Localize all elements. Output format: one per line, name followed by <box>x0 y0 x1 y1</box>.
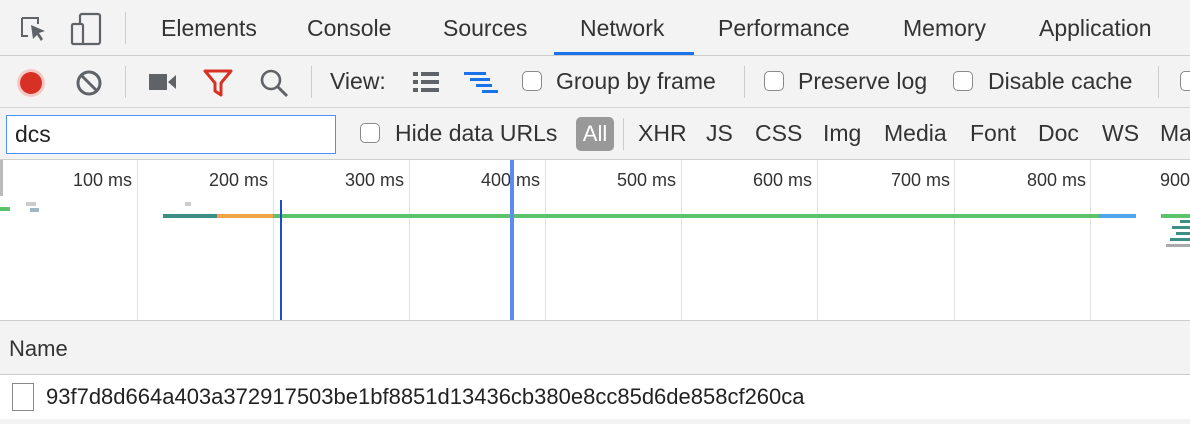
timeline-gridline <box>137 160 138 320</box>
tabbar-separator <box>125 12 126 44</box>
table-row[interactable]: 93f7d8d664a403a372917503be1bf8851d13436c… <box>0 375 1190 419</box>
filter-separator <box>623 118 624 150</box>
table-filler <box>0 419 1190 424</box>
disable-cache-checkbox[interactable] <box>953 71 973 91</box>
request-bar <box>1176 232 1190 235</box>
type-filter-css[interactable]: CSS <box>755 120 802 147</box>
timeline-tick-label: 900 <box>1159 170 1190 190</box>
active-tab-indicator <box>554 52 694 55</box>
tab-performance[interactable]: Performance <box>718 0 850 55</box>
timeline-tick-label: 500 ms <box>616 170 676 190</box>
name-column-header[interactable]: Name <box>9 336 68 362</box>
tab-network[interactable]: Network <box>580 0 664 55</box>
type-filter-img[interactable]: Img <box>823 120 861 147</box>
hide-data-urls-checkbox[interactable] <box>360 123 380 143</box>
timeline-gridline <box>1090 160 1091 320</box>
request-bar <box>1166 244 1190 247</box>
timeline-tick-label: 300 ms <box>344 170 404 190</box>
timeline-tick-label: 700 ms <box>890 170 950 190</box>
timeline-gridline <box>954 160 955 320</box>
record-button[interactable] <box>16 68 46 98</box>
filter-icon[interactable] <box>203 69 233 97</box>
toolbar-separator <box>311 66 312 98</box>
timeline-overview[interactable]: 100 ms 200 ms 300 ms 400 ms 500 ms 600 m… <box>0 160 1190 321</box>
request-bar <box>26 202 36 206</box>
timeline-tick-label: 600 ms <box>752 170 812 190</box>
search-icon[interactable] <box>259 68 289 98</box>
overview-left-edge <box>0 160 3 196</box>
request-bar-connecting <box>217 214 273 218</box>
clear-icon[interactable] <box>75 69 103 97</box>
timeline-gridline <box>681 160 682 320</box>
request-bar <box>1170 238 1190 241</box>
request-bar-waiting <box>163 214 217 218</box>
request-bar <box>1161 214 1190 218</box>
request-bar <box>30 208 39 212</box>
type-filter-js[interactable]: JS <box>706 120 733 147</box>
screenshot-camera-icon[interactable] <box>149 72 177 92</box>
filter-bar: Hide data URLs All XHR JS CSS Img Media … <box>0 108 1190 160</box>
request-bar <box>0 207 10 211</box>
filter-input[interactable] <box>6 115 336 154</box>
offline-checkbox[interactable] <box>1180 71 1190 91</box>
request-bar-tail <box>1099 214 1136 218</box>
timeline-tick-label: 400 ms <box>480 170 540 190</box>
request-bar-downloading <box>273 214 1099 218</box>
type-filter-manifest[interactable]: Ma <box>1160 120 1190 147</box>
type-filter-font[interactable]: Font <box>970 120 1016 147</box>
tab-console[interactable]: Console <box>307 0 391 55</box>
timeline-gridline <box>273 160 274 320</box>
device-toolbar-icon[interactable] <box>68 12 104 46</box>
group-by-frame-label: Group by frame <box>556 68 716 94</box>
request-name: 93f7d8d664a403a372917503be1bf8851d13436c… <box>46 384 805 409</box>
type-filter-doc[interactable]: Doc <box>1038 120 1079 147</box>
timeline-gridline <box>545 160 546 320</box>
group-by-frame-checkbox[interactable] <box>522 71 542 91</box>
type-filter-ws[interactable]: WS <box>1102 120 1139 147</box>
document-icon <box>12 383 34 411</box>
inspect-element-icon[interactable] <box>18 14 48 44</box>
devtools-tab-bar: Elements Console Sources Network Perform… <box>0 0 1190 56</box>
disable-cache-label: Disable cache <box>988 68 1133 94</box>
timeline-gridline <box>817 160 818 320</box>
requests-table-header[interactable]: Name <box>0 321 1190 375</box>
request-bar <box>1180 220 1190 223</box>
preserve-log-checkbox[interactable] <box>764 71 784 91</box>
timeline-tick-label: 200 ms <box>208 170 268 190</box>
toolbar-separator <box>1158 66 1159 98</box>
toolbar-separator <box>125 66 126 98</box>
request-bar <box>185 202 191 206</box>
waterfall-overview-icon[interactable] <box>464 70 502 96</box>
tab-sources[interactable]: Sources <box>443 0 527 55</box>
tab-memory[interactable]: Memory <box>903 0 986 55</box>
network-toolbar: View: Group by frame Preserve log Disabl… <box>0 56 1190 108</box>
load-event-marker <box>510 160 514 320</box>
timeline-tick-label: 800 ms <box>1026 170 1086 190</box>
preserve-log-label: Preserve log <box>798 68 928 94</box>
timeline-gridline <box>409 160 410 320</box>
timeline-tick-label: 100 ms <box>72 170 132 190</box>
dom-content-loaded-marker <box>280 200 282 320</box>
tab-application[interactable]: Application <box>1039 0 1152 55</box>
toolbar-separator <box>744 66 745 98</box>
type-filter-xhr[interactable]: XHR <box>638 120 687 147</box>
request-bar <box>1172 226 1190 229</box>
tab-elements[interactable]: Elements <box>161 0 257 55</box>
large-rows-icon[interactable] <box>411 70 441 94</box>
view-label: View: <box>330 68 386 94</box>
hide-data-urls-label: Hide data URLs <box>395 120 558 146</box>
type-filter-media[interactable]: Media <box>884 120 947 147</box>
type-filter-all[interactable]: All <box>576 117 614 151</box>
